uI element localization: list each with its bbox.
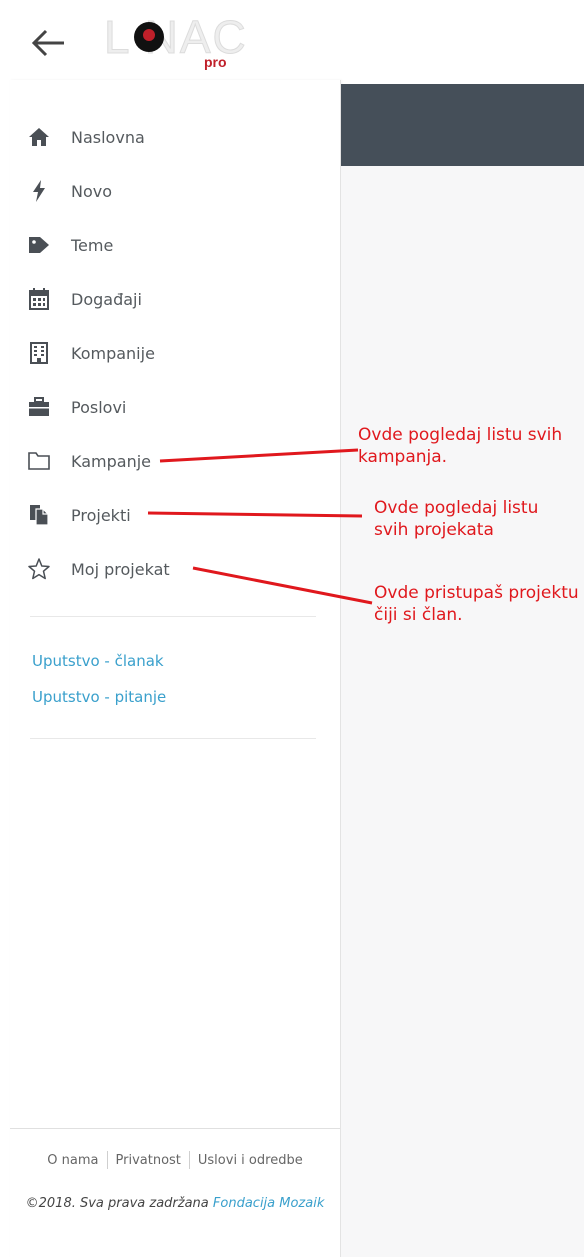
guide-article-link[interactable]: Uputstvo - članak (32, 652, 164, 670)
sidebar-item-label: Novo (71, 181, 113, 201)
sidebar-item-naslovna[interactable]: Naslovna (10, 117, 340, 157)
sidebar-item-label: Kampanje (71, 451, 151, 471)
divider (30, 738, 316, 739)
sidebar-item-label: Teme (71, 235, 114, 255)
annotation-text: čiji si član. (374, 605, 463, 625)
divider (30, 616, 316, 617)
annotation-text: kampanja. (358, 447, 448, 467)
sidebar-item-teme[interactable]: Teme (10, 225, 340, 265)
footer-top-border (10, 1128, 340, 1129)
logo-mark-icon (134, 22, 164, 52)
footer-terms-link[interactable]: Uslovi i odredbe (198, 1153, 303, 1168)
top-bar: L NAC pro (0, 0, 584, 80)
annotation-text: svih projekata (374, 520, 494, 540)
home-icon (26, 124, 52, 150)
briefcase-icon (26, 394, 52, 420)
star-icon (26, 556, 52, 582)
foundation-link[interactable]: Fondacija Mozaik (213, 1196, 324, 1211)
calendar-icon (26, 286, 52, 312)
annotation-text: Ovde pogledaj listu (374, 498, 539, 518)
sidebar-item-label: Poslovi (71, 397, 127, 417)
sidebar-item-label: Naslovna (71, 127, 145, 147)
sidebar-item-label: Moj projekat (71, 559, 170, 579)
tag-icon (26, 232, 52, 258)
copyright: ©2018. Sva prava zadržana Fondacija Moza… (10, 1196, 340, 1211)
footer-nav: O nama Privatnost Uslovi i odredbe (10, 1151, 340, 1169)
logo[interactable]: L NAC pro (104, 10, 274, 72)
sidebar-item-label: Projekti (71, 505, 131, 525)
content-header-band (341, 84, 584, 166)
annotation-text: Ovde pogledaj listu svih (358, 425, 563, 445)
copyright-text: ©2018. Sva prava zadržana (25, 1196, 209, 1211)
sidebar-item-novo[interactable]: Novo (10, 171, 340, 211)
sidebar-item-label: Kompanije (71, 343, 155, 363)
copy-icon (26, 502, 52, 528)
logo-pro-label: pro (204, 54, 227, 70)
sidebar-item-kompanije[interactable]: Kompanije (10, 333, 340, 373)
separator (106, 1151, 108, 1169)
sidebar-item-poslovi[interactable]: Poslovi (10, 387, 340, 427)
annotation-moj-projekat: Ovde pristupaš projektu čiji si član. (374, 582, 579, 626)
annotation-projekti: Ovde pogledaj listu svih projekata (374, 497, 538, 541)
footer-privacy-link[interactable]: Privatnost (116, 1153, 181, 1168)
building-icon (26, 340, 52, 366)
bolt-icon (26, 178, 52, 204)
sidebar-item-label: Događaji (71, 289, 142, 309)
footer-about-link[interactable]: O nama (47, 1153, 98, 1168)
sidebar-item-projekti[interactable]: Projekti (10, 495, 340, 535)
separator (188, 1151, 190, 1169)
annotation-text: Ovde pristupaš projektu (374, 583, 579, 603)
sidebar-item-dogadjaji[interactable]: Događaji (10, 279, 340, 319)
content-area (341, 166, 584, 1257)
guide-question-link[interactable]: Uputstvo - pitanje (32, 688, 166, 706)
annotation-kampanje: Ovde pogledaj listu svih kampanja. (358, 424, 562, 468)
folder-icon (26, 448, 52, 474)
sidebar-item-moj-projekat[interactable]: Moj projekat (10, 549, 340, 589)
sidebar: Naslovna Novo Teme Događaji Kompanije Po… (10, 80, 341, 1257)
back-arrow-icon[interactable] (30, 26, 68, 60)
sidebar-item-kampanje[interactable]: Kampanje (10, 441, 340, 481)
